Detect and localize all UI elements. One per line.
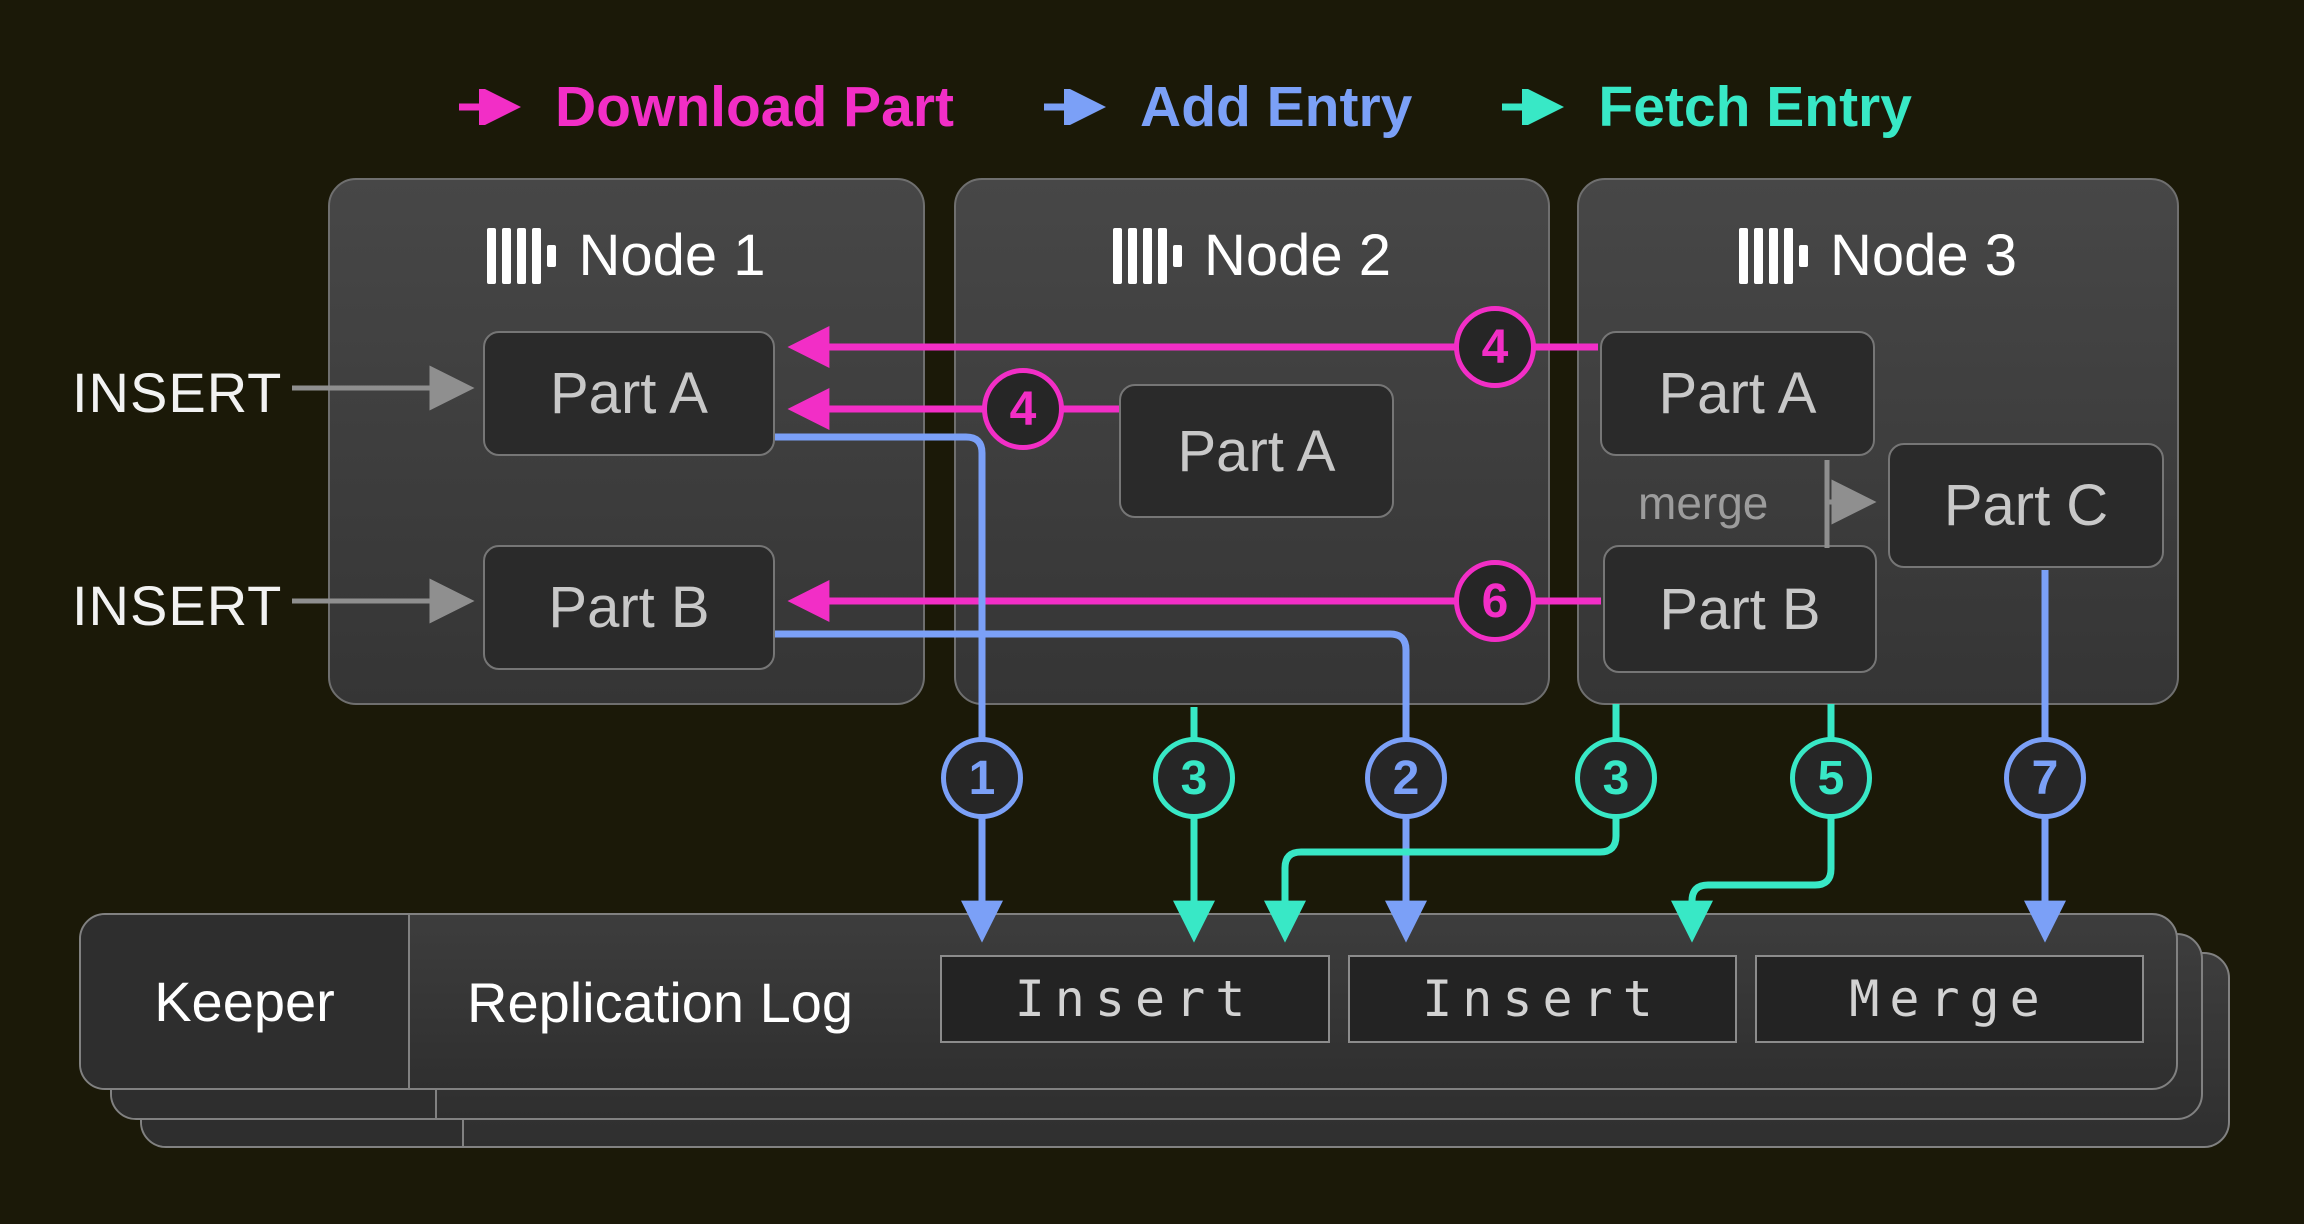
fetch-entry-arrow-step3b bbox=[1285, 704, 1616, 930]
step-badge-3a: 3 bbox=[1153, 737, 1235, 819]
step-badge-6: 6 bbox=[1454, 560, 1536, 642]
arrow-layer bbox=[0, 0, 2304, 1224]
step-badge-5: 5 bbox=[1790, 737, 1872, 819]
step-badge-1: 1 bbox=[941, 737, 1023, 819]
replication-diagram: Download Part Add Entry bbox=[0, 0, 2304, 1224]
step-badge-4a: 4 bbox=[1454, 306, 1536, 388]
step-badge-7: 7 bbox=[2004, 737, 2086, 819]
add-entry-arrow-step1 bbox=[775, 437, 982, 930]
step-badge-3b: 3 bbox=[1575, 737, 1657, 819]
step-badge-4b: 4 bbox=[982, 368, 1064, 450]
step-badge-2: 2 bbox=[1365, 737, 1447, 819]
fetch-entry-arrow-step5 bbox=[1692, 704, 1831, 930]
add-entry-arrow-step2 bbox=[775, 634, 1406, 930]
